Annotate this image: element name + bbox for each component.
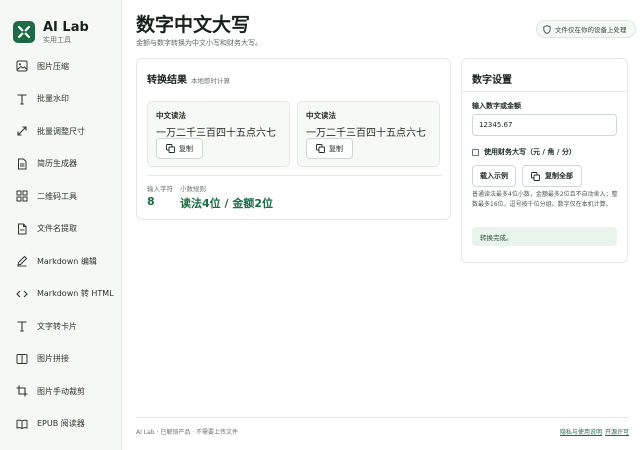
- sidebar-item-label: 批量调整尺寸: [37, 126, 85, 136]
- book-icon: [15, 417, 29, 431]
- copy-icon: [531, 171, 540, 181]
- sidebar-item-markdown-edit[interactable]: Markdown 编辑: [0, 245, 122, 278]
- copy-all-label: 复制全部: [545, 172, 573, 180]
- text-t-icon: [15, 92, 29, 106]
- copy-button-label: 复制: [179, 144, 193, 153]
- license-link[interactable]: 开源许可: [605, 427, 629, 436]
- number-input[interactable]: [472, 114, 617, 136]
- sidebar-item-image-compress[interactable]: 图片压缩: [0, 50, 122, 83]
- pencil-icon: [15, 254, 29, 268]
- brand-subtitle: 实用工具: [43, 35, 71, 44]
- result-title: 转换结果: [147, 75, 187, 86]
- sidebar-item-filename-extract[interactable]: 文件名提取: [0, 213, 122, 246]
- result-box-label: 中文读法: [156, 111, 186, 120]
- sidebar-item-label: 文字转卡片: [37, 321, 77, 331]
- divider: [462, 91, 627, 92]
- stat-label-input-chars: 输入字符: [147, 185, 173, 193]
- sidebar-item-qrcode-tool[interactable]: 二维码工具: [0, 180, 122, 213]
- sidebar-item-label: EPUB 阅读器: [37, 419, 85, 429]
- financial-uppercase-checkbox[interactable]: [472, 148, 479, 156]
- result-box-label: 中文读法: [306, 111, 336, 120]
- footer-text: AI Lab · 已解锁产品 · 不需要上传文件: [136, 429, 239, 436]
- text-t-icon: [15, 319, 29, 333]
- number-input-label: 输入数字或金额: [472, 102, 521, 110]
- result-box-value: 一万二千三百四十五点六七: [156, 128, 276, 139]
- rules-hint: 普通读法最多4位小数，金额最多2位且不自动舍入；整数最多16位，逗号按千位分组。…: [472, 191, 618, 208]
- result-box-reading: 中文读法 一万二千三百四十五点六七 复制: [147, 101, 290, 167]
- copy-button[interactable]: 复制: [156, 138, 203, 159]
- shield-icon: [543, 24, 551, 34]
- document-icon: [15, 157, 29, 171]
- sidebar-item-text-to-card[interactable]: 文字转卡片: [0, 310, 122, 343]
- footer-divider: [136, 417, 628, 418]
- result-box-value: 一万二千三百四十五点六七: [306, 128, 426, 139]
- image-icon: [15, 59, 29, 73]
- stat-value-decimal-rule: 读法4位 / 金额2位: [180, 197, 273, 210]
- result-card: 转换结果 本地即时计算 中文读法 一万二千三百四十五点六七 复制 中文读法 一万…: [136, 58, 451, 220]
- load-example-button[interactable]: 载入示例: [472, 165, 516, 187]
- sidebar-item-label: Markdown 编辑: [37, 256, 97, 266]
- brand-name: AI Lab: [43, 19, 89, 35]
- sidebar-nav: 图片压缩 批量水印 批量调整尺寸 简历生成器 二维码工具 文件名提取 Markd…: [0, 50, 122, 440]
- sidebar: AI Lab 实用工具 图片压缩 批量水印 批量调整尺寸 简历生成器 二维码工具…: [0, 0, 122, 450]
- sidebar-item-image-stitch[interactable]: 图片拼接: [0, 343, 122, 376]
- copy-icon: [316, 144, 325, 153]
- copy-icon: [166, 144, 175, 153]
- sidebar-item-resume-generator[interactable]: 简历生成器: [0, 148, 122, 181]
- ai-lab-logo-icon: [13, 21, 35, 43]
- stat-label-decimal-rule: 小数规则: [180, 185, 206, 193]
- copy-all-button[interactable]: 复制全部: [522, 165, 582, 187]
- result-note: 本地即时计算: [191, 77, 230, 85]
- sidebar-item-batch-resize[interactable]: 批量调整尺寸: [0, 115, 122, 148]
- sidebar-item-manual-crop[interactable]: 图片手动裁剪: [0, 375, 122, 408]
- sidebar-item-epub-reader[interactable]: EPUB 阅读器: [0, 408, 122, 441]
- status-message: 转换完成。: [472, 227, 617, 246]
- resize-arrows-icon: [15, 124, 29, 138]
- footer-separator: ·: [600, 427, 602, 434]
- badge-text: 文件仅在你的设备上处理: [555, 26, 627, 34]
- sidebar-item-label: 二维码工具: [37, 191, 77, 201]
- code-icon: [15, 287, 29, 301]
- sidebar-item-label: 图片拼接: [37, 354, 69, 364]
- local-processing-badge: 文件仅在你的设备上处理: [536, 20, 636, 38]
- page-subtitle: 金额与数字转换为中文小写和财务大写。: [136, 39, 262, 47]
- settings-title: 数字设置: [472, 75, 512, 86]
- sidebar-item-label: 批量水印: [37, 94, 69, 104]
- main-content: 数字中文大写 金额与数字转换为中文小写和财务大写。 文件仅在你的设备上处理 转换…: [122, 0, 640, 450]
- stat-value-input-chars: 8: [147, 195, 155, 208]
- brand[interactable]: AI Lab 实用工具: [0, 0, 121, 50]
- copy-button-label: 复制: [329, 144, 343, 153]
- result-box-reading-2: 中文读法 一万二千三百四十五点六七 复制: [297, 101, 440, 167]
- sidebar-item-label: Markdown 转 HTML: [37, 289, 114, 299]
- sidebar-item-label: 文件名提取: [37, 224, 77, 234]
- divider: [147, 175, 442, 176]
- columns-icon: [15, 352, 29, 366]
- sidebar-item-label: 图片压缩: [37, 61, 69, 71]
- sidebar-item-markdown-to-html[interactable]: Markdown 转 HTML: [0, 278, 122, 311]
- grid-icon: [15, 189, 29, 203]
- sidebar-item-label: 图片手动裁剪: [37, 386, 85, 396]
- crop-icon: [15, 384, 29, 398]
- sidebar-item-batch-watermark[interactable]: 批量水印: [0, 83, 122, 116]
- sidebar-item-label: 简历生成器: [37, 159, 77, 169]
- checkbox-label: 使用财务大写（元 / 角 / 分）: [484, 148, 576, 156]
- privacy-link[interactable]: 隐私与使用说明: [560, 427, 602, 436]
- financial-uppercase-checkbox-row[interactable]: 使用财务大写（元 / 角 / 分）: [472, 147, 576, 157]
- copy-button[interactable]: 复制: [306, 138, 353, 159]
- file-icon: [15, 222, 29, 236]
- page-title: 数字中文大写: [136, 14, 251, 36]
- settings-card: 数字设置 输入数字或金额 使用财务大写（元 / 角 / 分） 载入示例 复制全部…: [461, 58, 628, 263]
